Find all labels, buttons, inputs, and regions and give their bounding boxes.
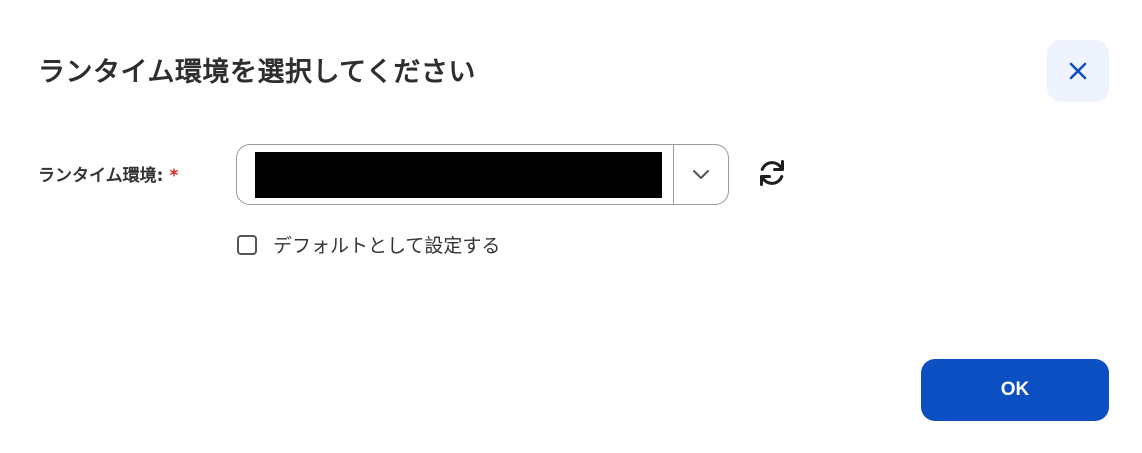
runtime-environment-label-text: ランタイム環境:	[38, 166, 164, 186]
refresh-icon	[755, 156, 789, 190]
chevron-down-icon	[692, 169, 710, 180]
ok-button[interactable]: OK	[921, 359, 1109, 421]
refresh-button[interactable]	[752, 155, 792, 191]
close-button[interactable]	[1047, 40, 1109, 102]
selected-runtime-value-redacted	[255, 152, 662, 198]
runtime-environment-select[interactable]	[236, 144, 729, 205]
runtime-environment-dialog: ランタイム環境を選択してください ランタイム環境: * デフォルトとして設定する…	[0, 0, 1142, 453]
set-default-label: デフォルトとして設定する	[273, 235, 501, 257]
close-icon	[1068, 61, 1088, 81]
dialog-title: ランタイム環境を選択してください	[38, 57, 476, 88]
set-default-option[interactable]: デフォルトとして設定する	[237, 231, 500, 258]
required-marker: *	[169, 166, 179, 186]
runtime-environment-label: ランタイム環境: *	[38, 161, 178, 186]
set-default-checkbox[interactable]	[237, 234, 257, 255]
dropdown-toggle[interactable]	[674, 145, 728, 204]
